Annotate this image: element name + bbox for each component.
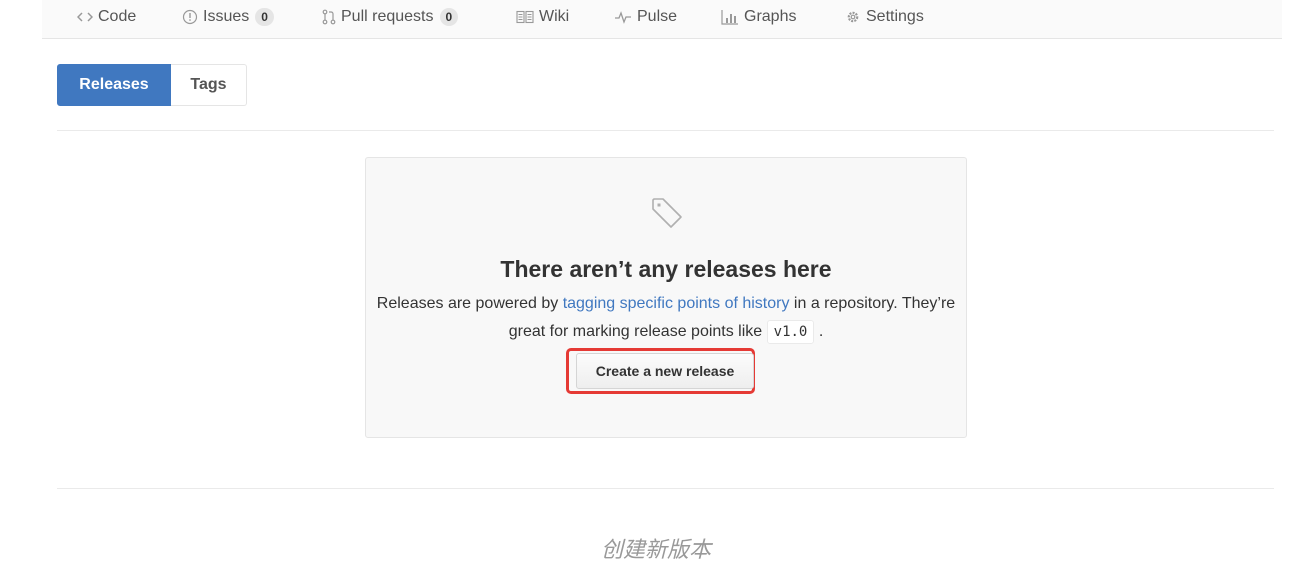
nav-wiki[interactable]: Wiki — [516, 0, 569, 34]
tab-tags[interactable]: Tags — [171, 64, 247, 106]
nav-pulse-label: Pulse — [637, 8, 678, 25]
tag-icon — [650, 196, 686, 232]
nav-settings-label: Settings — [866, 8, 924, 25]
divider-bottom — [57, 488, 1274, 489]
nav-settings[interactable]: Settings — [845, 0, 924, 34]
nav-issues[interactable]: Issues 0 — [182, 0, 274, 34]
create-new-release-button[interactable]: Create a new release — [576, 353, 754, 389]
blankslate-title: There aren’t any releases here — [500, 256, 832, 282]
nav-code-label: Code — [98, 8, 137, 25]
book-icon — [516, 10, 534, 24]
description-text-end: . — [818, 323, 824, 340]
version-code-example: v1.0 — [766, 320, 815, 344]
git-pull-request-icon — [322, 9, 336, 25]
nav-pull-requests[interactable]: Pull requests 0 — [322, 0, 459, 34]
tab-releases[interactable]: Releases — [57, 64, 171, 106]
graph-icon — [721, 9, 739, 25]
blankslate-description: Releases are powered by tagging specific… — [366, 290, 966, 346]
divider-top — [57, 130, 1274, 131]
tagging-docs-link[interactable]: tagging specific points of history — [563, 295, 790, 312]
nav-graphs[interactable]: Graphs — [721, 0, 796, 34]
nav-pulse[interactable]: Pulse — [614, 0, 677, 34]
description-text-1: Releases are powered by — [376, 295, 563, 312]
pull-requests-counter: 0 — [439, 8, 459, 26]
releases-subnav: Releases Tags — [57, 64, 247, 106]
pulse-icon — [614, 10, 632, 24]
issue-opened-icon — [182, 9, 198, 25]
nav-issues-label: Issues — [203, 8, 250, 25]
repo-nav: Code Issues 0 Pull requests 0 Wiki Pulse… — [42, 0, 1282, 39]
releases-blankslate: There aren’t any releases here Releases … — [365, 157, 967, 438]
gear-icon — [845, 9, 861, 25]
issues-counter: 0 — [255, 8, 274, 26]
page: Code Issues 0 Pull requests 0 Wiki Pulse… — [0, 0, 1312, 574]
nav-code[interactable]: Code — [77, 0, 136, 34]
image-caption: 创建新版本 — [600, 538, 711, 563]
nav-graphs-label: Graphs — [744, 8, 797, 25]
nav-wiki-label: Wiki — [539, 8, 570, 25]
code-icon — [77, 10, 93, 24]
nav-pull-requests-label: Pull requests — [341, 8, 434, 25]
